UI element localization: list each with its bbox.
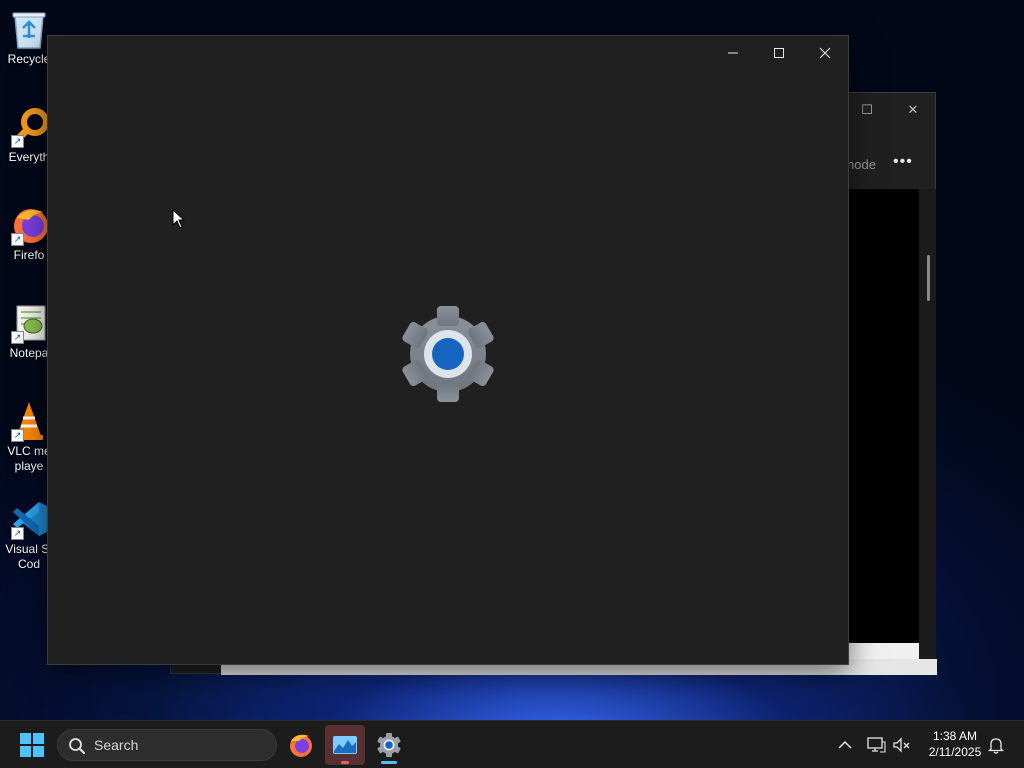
more-options-button[interactable]: •••: [893, 153, 913, 171]
volume-button[interactable]: [890, 733, 914, 757]
taskbar-app-settings[interactable]: [369, 725, 409, 765]
shortcut-arrow-icon: ↗: [11, 135, 24, 148]
shortcut-arrow-icon: ↗: [11, 331, 24, 344]
minimize-icon: [728, 52, 738, 54]
settings-gear-icon: [398, 304, 498, 404]
chevron-up-icon: [838, 740, 852, 749]
bg-window-content: [849, 189, 919, 643]
notification-bell-icon: [987, 738, 1005, 754]
taskbar: Search 1:38 AM 2/11/2025: [0, 720, 1024, 768]
system-clock[interactable]: 1:38 AM 2/11/2025: [918, 728, 992, 760]
scroll-thumb[interactable]: [927, 255, 930, 301]
notepad-plus-plus-icon: ↗: [9, 302, 49, 344]
settings-gear-icon: [377, 733, 401, 757]
start-button[interactable]: [12, 725, 52, 765]
notifications-button[interactable]: [984, 733, 1008, 757]
active-indicator: [381, 761, 397, 764]
maximize-button[interactable]: [756, 36, 802, 70]
bg-window-footer-area: [849, 643, 919, 659]
mouse-cursor-icon: [172, 209, 186, 229]
search-icon: [69, 738, 85, 754]
task-manager-icon: [333, 736, 357, 754]
desktop: Recycle ↗ Everyth ↗ Firefo ↗ Notepa ↗ VL…: [0, 0, 1024, 768]
speaker-muted-icon: [893, 737, 910, 753]
shortcut-arrow-icon: ↗: [11, 429, 24, 442]
show-hidden-icons-button[interactable]: [833, 733, 857, 757]
windows-start-icon: [20, 733, 44, 757]
vlc-icon: ↗: [9, 400, 49, 442]
everything-search-icon: ↗: [9, 106, 49, 148]
settings-window[interactable]: [47, 35, 849, 665]
bg-window-mode-label: node: [847, 157, 876, 172]
taskbar-app-task-manager[interactable]: [325, 725, 365, 765]
taskbar-search-box[interactable]: Search: [57, 729, 277, 761]
bg-window-close-button[interactable]: ✕: [893, 99, 933, 121]
search-placeholder: Search: [94, 737, 139, 753]
taskbar-app-firefox[interactable]: [281, 725, 321, 765]
clock-date: 2/11/2025: [928, 745, 982, 759]
display-icon: [867, 737, 886, 753]
maximize-icon: [774, 48, 784, 58]
close-button[interactable]: [802, 36, 848, 70]
recycle-bin-icon: [9, 8, 49, 50]
running-indicator: [341, 761, 349, 764]
clock-time: 1:38 AM: [932, 729, 978, 743]
firefox-icon: ↗: [9, 204, 49, 246]
shortcut-arrow-icon: ↗: [11, 233, 24, 246]
vscode-icon: ↗: [9, 498, 49, 540]
firefox-icon: [290, 734, 312, 757]
shortcut-arrow-icon: ↗: [11, 527, 24, 540]
close-icon: [819, 47, 831, 59]
network-display-button[interactable]: [864, 733, 888, 757]
minimize-button[interactable]: [710, 36, 756, 70]
bg-window-maximize-button[interactable]: ☐: [847, 99, 887, 121]
